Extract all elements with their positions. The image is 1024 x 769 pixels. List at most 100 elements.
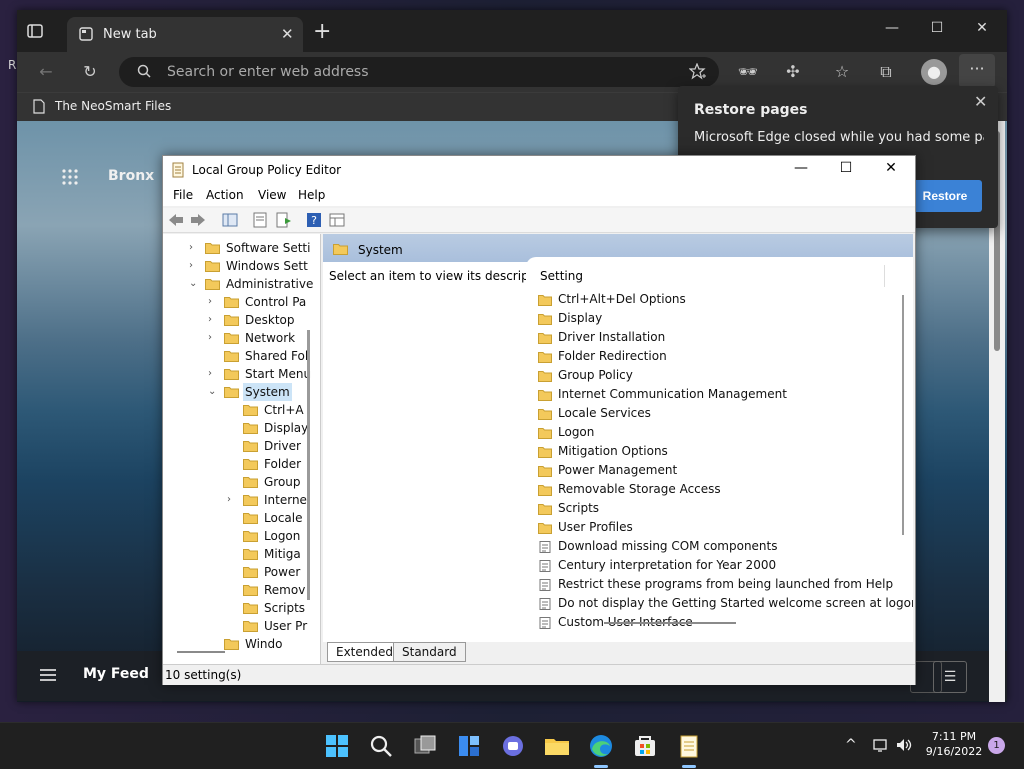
tree-node[interactable]: Locale <box>163 509 320 527</box>
help-icon[interactable]: ? <box>306 212 322 228</box>
back-button[interactable]: ← <box>35 61 57 83</box>
collapse-chevron-icon[interactable]: ⌄ <box>208 383 218 401</box>
menu-action[interactable]: Action <box>206 188 244 202</box>
task-view-icon[interactable] <box>410 731 440 761</box>
tree-node[interactable]: Display <box>163 419 320 437</box>
collections-icon[interactable]: ⧉ <box>875 61 897 83</box>
file-explorer-icon[interactable] <box>542 731 572 761</box>
close-icon[interactable]: ✕ <box>974 92 987 111</box>
tree-node[interactable]: › Desktop <box>163 311 320 329</box>
gpe-close-button[interactable]: ✕ <box>881 160 901 176</box>
bookmark-neosmart[interactable]: The NeoSmart Files <box>55 99 171 113</box>
export-list-icon[interactable] <box>276 212 292 228</box>
store-icon[interactable] <box>630 731 660 761</box>
tree-node[interactable]: › Interne <box>163 491 320 509</box>
list-scrollbar[interactable] <box>902 295 904 535</box>
tree-node[interactable]: ⌄ Administrative <box>163 275 320 293</box>
setting-folder-row[interactable]: User Profiles <box>538 518 898 537</box>
setting-folder-row[interactable]: Driver Installation <box>538 328 898 347</box>
start-windows-icon[interactable] <box>322 731 352 761</box>
tree-node[interactable]: › Software Setti <box>163 239 320 257</box>
menu-view[interactable]: View <box>258 188 286 202</box>
tab-extended[interactable]: Extended <box>327 642 402 662</box>
tree-node[interactable]: Scripts <box>163 599 320 617</box>
minimize-button[interactable]: — <box>882 20 902 36</box>
gpe-maximize-button[interactable]: ☐ <box>836 160 856 176</box>
extensions-puzzle-icon[interactable]: ✣ <box>782 61 804 83</box>
tree-horizontal-scrollbar[interactable] <box>177 651 225 653</box>
tree-node[interactable]: Mitiga <box>163 545 320 563</box>
setting-policy-row[interactable]: Do not display the Getting Started welco… <box>538 594 913 613</box>
tree-node[interactable]: › Network <box>163 329 320 347</box>
setting-policy-row[interactable]: Century interpretation for Year 2000 <box>538 556 898 575</box>
setting-folder-row[interactable]: Folder Redirection <box>538 347 898 366</box>
search-icon[interactable] <box>366 731 396 761</box>
forward-arrow-icon[interactable] <box>190 212 206 228</box>
show-hide-tree-icon[interactable] <box>222 212 238 228</box>
expand-chevron-icon[interactable]: › <box>208 329 218 347</box>
setting-folder-row[interactable]: Ctrl+Alt+Del Options <box>538 290 898 309</box>
tree-node[interactable]: Group <box>163 473 320 491</box>
setting-folder-row[interactable]: Removable Storage Access <box>538 480 898 499</box>
notification-badge[interactable]: 1 <box>988 737 1005 754</box>
collapse-chevron-icon[interactable]: ⌄ <box>189 275 199 293</box>
close-tab-icon[interactable]: ✕ <box>281 27 294 42</box>
close-window-button[interactable]: ✕ <box>972 20 992 36</box>
column-separator[interactable] <box>884 265 885 287</box>
expand-chevron-icon[interactable]: › <box>227 491 237 509</box>
expand-chevron-icon[interactable]: › <box>189 239 199 257</box>
widgets-icon[interactable] <box>454 731 484 761</box>
app-launcher-icon[interactable] <box>61 168 79 186</box>
network-icon[interactable] <box>872 737 890 753</box>
my-feed-title[interactable]: My Feed <box>83 666 149 682</box>
setting-folder-row[interactable]: Mitigation Options <box>538 442 898 461</box>
edge-icon[interactable] <box>586 731 616 761</box>
address-bar[interactable]: Search or enter web address <box>119 57 719 87</box>
setting-policy-row[interactable]: Download missing COM components <box>538 537 898 556</box>
tree-node[interactable]: Folder <box>163 455 320 473</box>
setting-folder-row[interactable]: Scripts <box>538 499 898 518</box>
setting-folder-row[interactable]: Power Management <box>538 461 898 480</box>
tree-node[interactable]: › Start Menu <box>163 365 320 383</box>
tree-node[interactable]: Ctrl+A <box>163 401 320 419</box>
list-horizontal-scrollbar[interactable] <box>604 622 736 624</box>
setting-column-header[interactable]: Setting <box>540 269 583 283</box>
expand-chevron-icon[interactable]: › <box>208 365 218 383</box>
notepad-icon[interactable] <box>674 731 704 761</box>
tab-actions-icon[interactable] <box>27 23 43 39</box>
tree-node[interactable]: ⌄ System <box>163 383 320 401</box>
setting-policy-row[interactable]: Restrict these programs from being launc… <box>538 575 898 594</box>
tree-scrollbar[interactable] <box>307 330 310 600</box>
setting-folder-row[interactable]: Locale Services <box>538 404 898 423</box>
list-layout-button[interactable]: ☰ <box>933 661 967 693</box>
tree-node[interactable]: Remov <box>163 581 320 599</box>
tab-new-tab[interactable]: New tab ✕ <box>67 17 303 54</box>
expand-chevron-icon[interactable]: › <box>189 257 199 275</box>
hamburger-menu-icon[interactable] <box>39 668 57 682</box>
add-favorite-icon[interactable] <box>689 63 707 81</box>
expand-chevron-icon[interactable]: › <box>208 293 218 311</box>
volume-icon[interactable] <box>895 737 913 753</box>
gpe-minimize-button[interactable]: — <box>791 160 811 176</box>
tree-node[interactable]: Logon <box>163 527 320 545</box>
chat-icon[interactable] <box>498 731 528 761</box>
tree-node[interactable]: › Control Pa <box>163 293 320 311</box>
setting-folder-row[interactable]: Display <box>538 309 898 328</box>
favorites-icon[interactable]: ☆ <box>831 61 853 83</box>
tree-node[interactable]: Driver <box>163 437 320 455</box>
tab-standard[interactable]: Standard <box>393 642 466 662</box>
tree-node[interactable]: Power <box>163 563 320 581</box>
setting-folder-row[interactable]: Logon <box>538 423 898 442</box>
menu-help[interactable]: Help <box>298 188 325 202</box>
show-hidden-icons-button[interactable]: ^ <box>845 737 857 753</box>
tree-node[interactable]: › Windows Sett <box>163 257 320 275</box>
new-tab-button[interactable]: + <box>313 21 331 43</box>
menu-file[interactable]: File <box>173 188 193 202</box>
back-arrow-icon[interactable] <box>168 212 184 228</box>
tree-node[interactable]: Shared Fol <box>163 347 320 365</box>
properties-icon[interactable] <box>252 212 268 228</box>
profile-avatar[interactable]: ● <box>921 59 947 85</box>
restore-button[interactable]: Restore <box>908 180 982 212</box>
expand-chevron-icon[interactable]: › <box>208 311 218 329</box>
settings-more-button[interactable]: ··· <box>959 54 995 88</box>
